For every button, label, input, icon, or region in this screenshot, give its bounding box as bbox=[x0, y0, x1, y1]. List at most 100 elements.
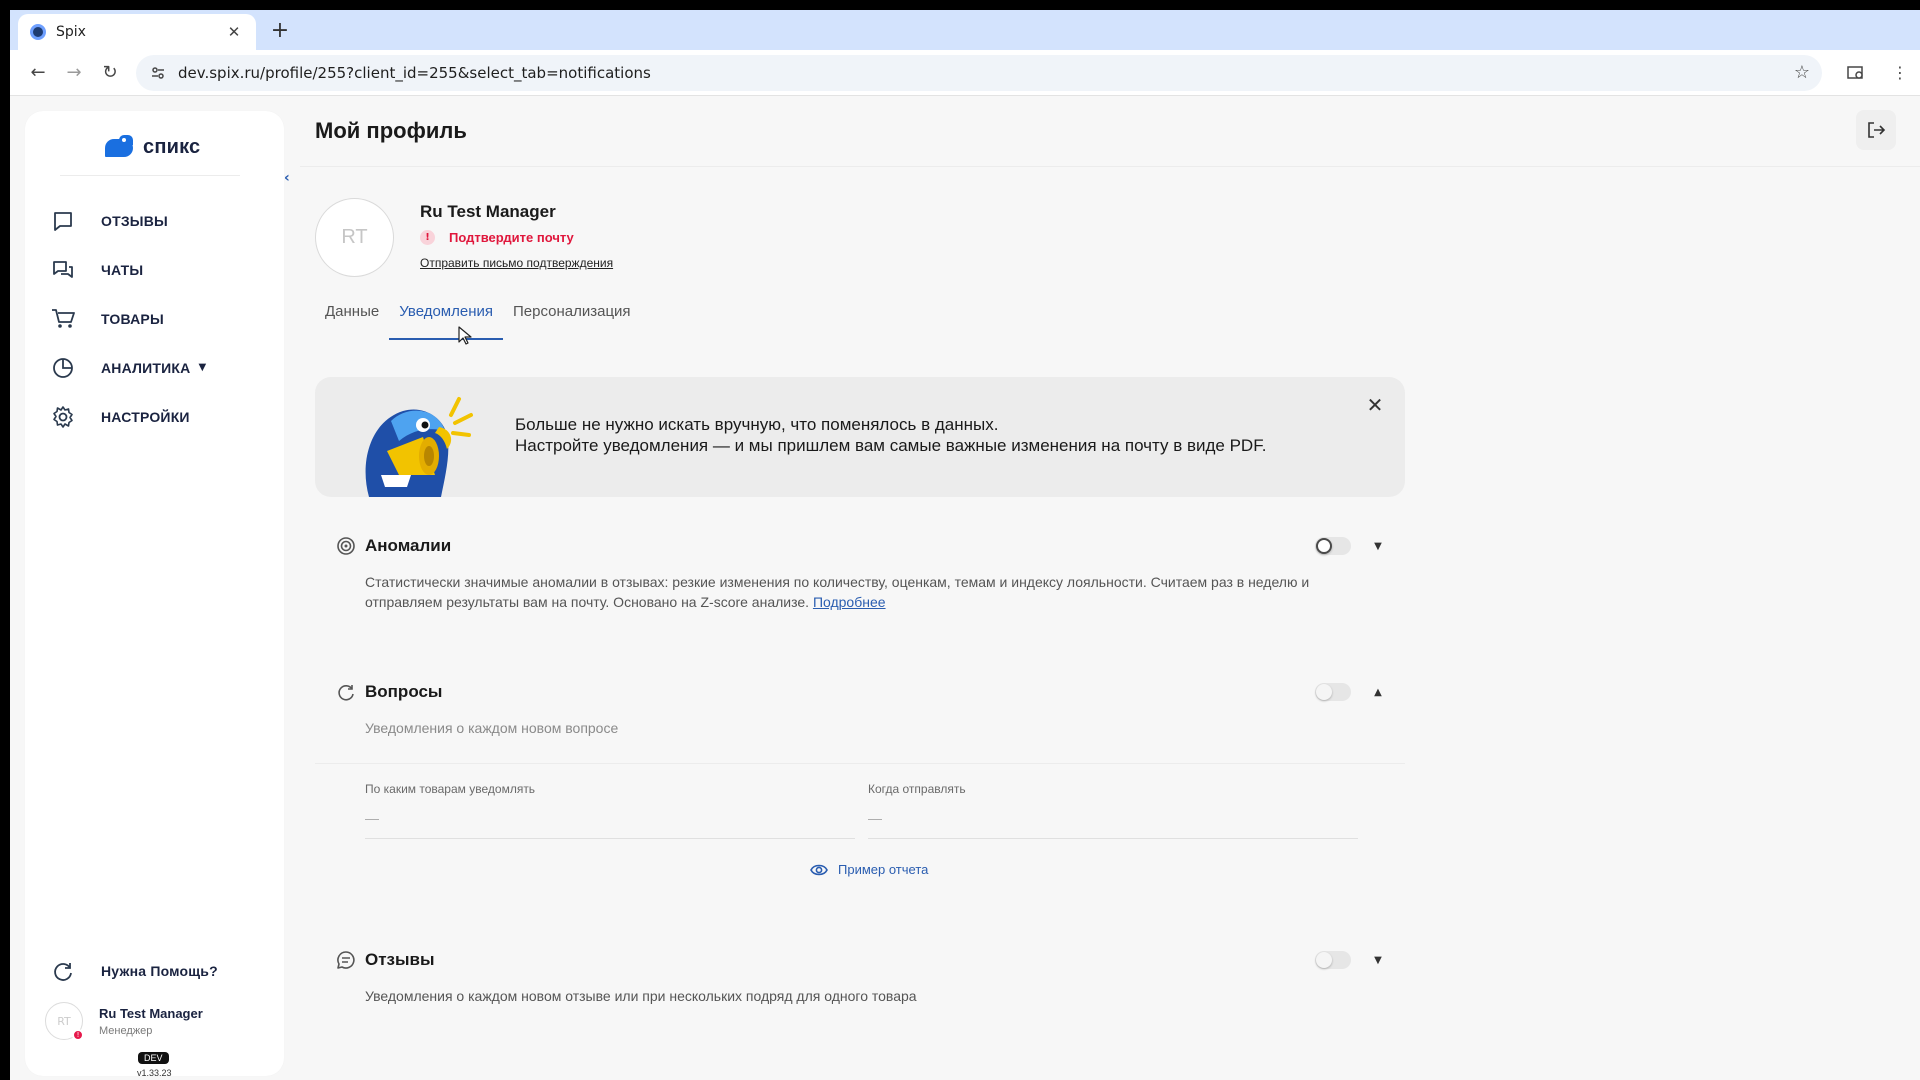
section-title: Вопросы bbox=[365, 682, 443, 701]
reviews-icon bbox=[50, 208, 76, 234]
reviews-chat-icon bbox=[335, 949, 357, 971]
close-tab-icon[interactable]: ✕ bbox=[224, 23, 244, 41]
forward-button[interactable]: → bbox=[56, 55, 92, 91]
more-info-link[interactable]: Подробнее bbox=[813, 594, 886, 610]
new-tab-button[interactable]: + bbox=[266, 18, 294, 46]
anomalies-toggle[interactable] bbox=[1315, 537, 1351, 555]
sidebar-user-role: Менеджер bbox=[99, 1024, 153, 1037]
tab-data[interactable]: Данные bbox=[320, 303, 384, 340]
questions-toggle[interactable] bbox=[1315, 683, 1351, 701]
env-badge: DEV bbox=[138, 1052, 169, 1064]
side-nav: ОТЗЫВЫ ЧАТЫ ТОВАРЫ АНАЛИТИКА ▼ НАСТРОЙКИ bbox=[25, 196, 284, 441]
anomaly-spiral-icon bbox=[335, 535, 357, 557]
example-report-link[interactable]: Пример отчета bbox=[810, 862, 928, 877]
tab-personalization[interactable]: Персонализация bbox=[508, 303, 636, 340]
products-field[interactable]: По каким товарам уведомлять — bbox=[365, 782, 855, 839]
reviews-toggle[interactable] bbox=[1315, 951, 1351, 969]
bookmark-star-icon[interactable]: ☆ bbox=[1794, 62, 1810, 83]
logout-icon bbox=[1868, 122, 1886, 138]
back-button[interactable]: ← bbox=[20, 55, 56, 91]
section-anomalies: Аномалии ▼ Статистически значимые аномал… bbox=[315, 534, 1405, 612]
questions-refresh-icon bbox=[335, 681, 357, 703]
section-questions: Вопросы ▲ Уведомления о каждом новом воп… bbox=[315, 680, 1405, 738]
gear-icon bbox=[50, 404, 76, 430]
profile-avatar[interactable]: RT bbox=[315, 198, 394, 277]
sidebar-item-label: ЧАТЫ bbox=[101, 261, 144, 278]
example-report-label: Пример отчета bbox=[838, 862, 929, 877]
schedule-field[interactable]: Когда отправлять — bbox=[868, 782, 1358, 839]
email-confirm-warning: ! Подтвердите почту bbox=[420, 230, 574, 245]
alert-dot-icon: ! bbox=[72, 1029, 84, 1041]
resend-confirmation-link[interactable]: Отправить письмо подтверждения bbox=[420, 256, 613, 270]
profile-name: Ru Test Manager bbox=[420, 202, 556, 221]
section-description: Уведомления о каждом новом вопросе bbox=[365, 720, 619, 736]
chats-icon bbox=[50, 257, 76, 283]
browser-toolbar: ← → ↻ dev.spix.ru/profile/255?client_id=… bbox=[10, 50, 1920, 96]
browser-window: Spix ✕ + ← → ↻ dev.spix.ru/profile/255?c… bbox=[10, 10, 1920, 1080]
chevron-up-icon[interactable]: ▲ bbox=[1371, 687, 1385, 698]
notifications-banner: Больше не нужно искать вручную, что поме… bbox=[315, 377, 1405, 497]
app-root: спикс ‹ ОТЗЫВЫ ЧАТЫ ТОВАРЫ АНАЛИТИКА ▼ Н… bbox=[10, 96, 1920, 1080]
schedule-field-label: Когда отправлять bbox=[868, 782, 966, 796]
version-label: v1.33.23 bbox=[137, 1068, 172, 1078]
section-description: Уведомления о каждом новом отзыве или пр… bbox=[365, 988, 917, 1004]
banner-text: Больше не нужно искать вручную, что поме… bbox=[515, 414, 1266, 456]
help-link[interactable]: Нужна Помощь? bbox=[50, 958, 218, 984]
page-title: Мой профиль bbox=[315, 118, 467, 143]
section-title: Аномалии bbox=[365, 536, 452, 555]
reload-button[interactable]: ↻ bbox=[92, 55, 128, 91]
logo-text: спикс bbox=[143, 135, 201, 158]
logo-divider bbox=[60, 175, 240, 176]
help-refresh-icon bbox=[50, 958, 76, 984]
sidebar-item-analytics[interactable]: АНАЛИТИКА ▼ bbox=[25, 343, 284, 392]
sidebar-item-reviews[interactable]: ОТЗЫВЫ bbox=[25, 196, 284, 245]
logo[interactable]: спикс bbox=[105, 135, 200, 159]
section-reviews: Отзывы ▼ Уведомления о каждом новом отзы… bbox=[315, 948, 1405, 1006]
sidebar-item-label: НАСТРОЙКИ bbox=[101, 408, 190, 425]
products-field-value[interactable]: — bbox=[365, 810, 855, 839]
eye-icon bbox=[810, 864, 828, 875]
logout-button[interactable] bbox=[1856, 110, 1896, 150]
collapse-sidebar-icon[interactable]: ‹ bbox=[284, 170, 290, 186]
sidebar-item-label: ОТЗЫВЫ bbox=[101, 212, 168, 229]
sidebar-user[interactable]: RT ! Ru Test Manager Менеджер bbox=[45, 1002, 203, 1041]
sidebar: спикс ‹ ОТЗЫВЫ ЧАТЫ ТОВАРЫ АНАЛИТИКА ▼ Н… bbox=[25, 111, 290, 1078]
tab-strip: Spix ✕ + bbox=[10, 10, 1920, 50]
sidebar-item-chats[interactable]: ЧАТЫ bbox=[25, 245, 284, 294]
banner-line-1: Больше не нужно искать вручную, что поме… bbox=[515, 415, 999, 434]
analytics-icon bbox=[50, 355, 76, 381]
products-field-label: По каким товарам уведомлять bbox=[365, 782, 536, 796]
logo-bird-icon bbox=[105, 135, 137, 159]
section-description: Статистически значимые аномалии в отзыва… bbox=[365, 572, 1315, 612]
sidebar-item-products[interactable]: ТОВАРЫ bbox=[25, 294, 284, 343]
mouse-cursor-icon bbox=[458, 326, 472, 345]
favicon-icon bbox=[30, 24, 46, 40]
sidebar-user-name: Ru Test Manager bbox=[99, 1005, 203, 1021]
sidebar-item-settings[interactable]: НАСТРОЙКИ bbox=[25, 392, 284, 441]
schedule-field-value[interactable]: — bbox=[868, 810, 1358, 839]
site-info-icon[interactable] bbox=[148, 63, 168, 83]
chevron-down-icon: ▼ bbox=[198, 362, 207, 373]
url-text: dev.spix.ru/profile/255?client_id=255&se… bbox=[178, 63, 651, 82]
avatar: RT ! bbox=[45, 1002, 84, 1041]
chevron-down-icon[interactable]: ▼ bbox=[1371, 955, 1385, 966]
browser-tab[interactable]: Spix ✕ bbox=[18, 14, 256, 50]
main-content: Мой профиль RT Ru Test Manager ! Подтвер… bbox=[300, 96, 1920, 1080]
warning-icon: ! bbox=[420, 230, 435, 245]
sidebar-item-label: ТОВАРЫ bbox=[101, 310, 164, 327]
chevron-down-icon[interactable]: ▼ bbox=[1371, 541, 1385, 552]
close-banner-icon[interactable]: ✕ bbox=[1365, 395, 1385, 415]
tab-search-icon[interactable] bbox=[1832, 55, 1880, 91]
parrot-megaphone-illustration bbox=[365, 397, 473, 497]
banner-line-2: Настройте уведомления — и мы пришлем вам… bbox=[515, 436, 1267, 455]
header-divider bbox=[300, 166, 1920, 167]
address-bar[interactable]: dev.spix.ru/profile/255?client_id=255&se… bbox=[136, 54, 1822, 91]
section-divider bbox=[315, 763, 1405, 764]
profile-tabs: Данные Уведомления Персонализация bbox=[320, 303, 646, 340]
avatar-initials: RT bbox=[57, 1014, 71, 1028]
profile-avatar-initials: RT bbox=[341, 226, 368, 248]
menu-dots-icon[interactable]: ⋮ bbox=[1880, 55, 1920, 91]
help-label: Нужна Помощь? bbox=[101, 963, 218, 979]
tab-notifications[interactable]: Уведомления bbox=[389, 303, 503, 340]
tab-title: Spix bbox=[56, 24, 86, 40]
